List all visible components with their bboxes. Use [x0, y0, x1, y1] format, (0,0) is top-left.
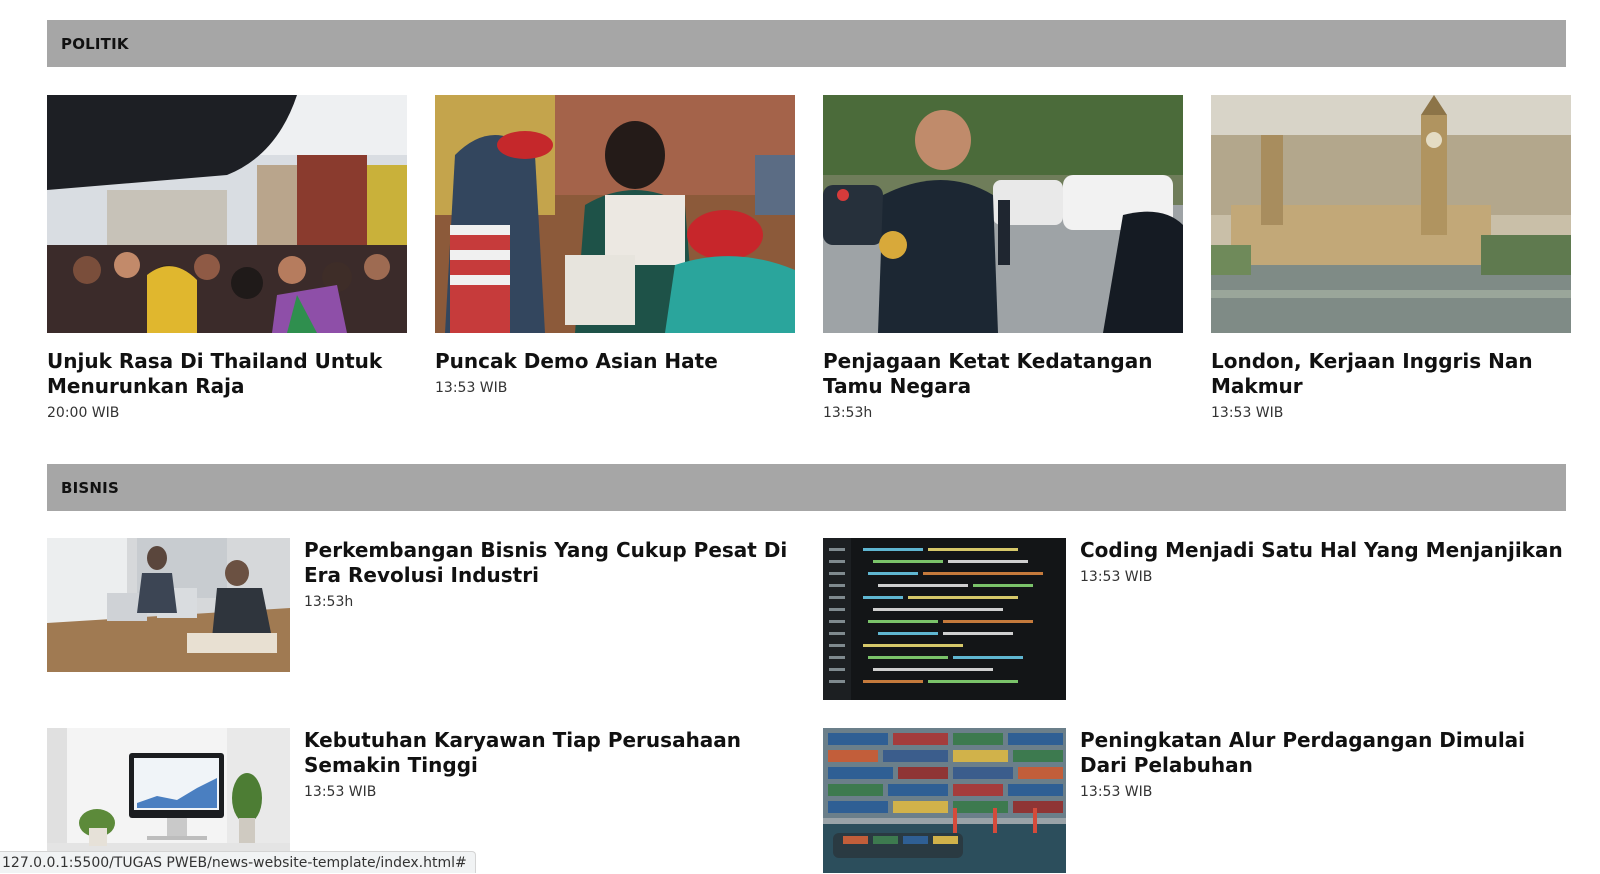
article-headline[interactable]: Coding Menjadi Satu Hal Yang Menjanjikan	[1080, 538, 1570, 563]
section-header-politik: POLITIK	[47, 20, 1566, 67]
list-item[interactable]: Peningkatan Alur Perdagangan Dimulai Dar…	[823, 728, 1570, 873]
article-headline[interactable]: Peningkatan Alur Perdagangan Dimulai Dar…	[1080, 728, 1570, 778]
article-headline[interactable]: Kebutuhan Karyawan Tiap Perusahaan Semak…	[304, 728, 794, 778]
list-item[interactable]: Coding Menjadi Satu Hal Yang Menjanjikan…	[823, 538, 1570, 700]
article-time: 13:53 WIB	[1080, 569, 1153, 585]
article-headline[interactable]: Puncak Demo Asian Hate	[435, 349, 795, 374]
article-headline[interactable]: London, Kerjaan Inggris Nan Makmur	[1211, 349, 1571, 399]
article-thumbnail-port[interactable]	[823, 728, 1066, 873]
article-thumbnail-london[interactable]	[1211, 95, 1571, 333]
article-time: 13:53 WIB	[435, 380, 508, 396]
article-thumbnail-demo[interactable]	[435, 95, 795, 333]
news-card[interactable]: Puncak Demo Asian Hate 13:53 WIB	[435, 95, 795, 396]
list-item[interactable]: Perkembangan Bisnis Yang Cukup Pesat Di …	[47, 538, 794, 672]
article-thumbnail-police[interactable]	[823, 95, 1183, 333]
article-time: 13:53h	[823, 405, 873, 421]
article-time: 13:53 WIB	[1211, 405, 1284, 421]
news-card[interactable]: Penjagaan Ketat Kedatangan Tamu Negara 1…	[823, 95, 1183, 421]
article-thumbnail-business-meeting[interactable]	[47, 538, 290, 672]
article-headline[interactable]: Penjagaan Ketat Kedatangan Tamu Negara	[823, 349, 1183, 399]
status-bar-url: 127.0.0.1:5500/TUGAS PWEB/news-website-t…	[0, 851, 476, 873]
article-time: 20:00 WIB	[47, 405, 120, 421]
article-headline[interactable]: Unjuk Rasa Di Thailand Untuk Menurunkan …	[47, 349, 407, 399]
article-time: 13:53h	[304, 594, 354, 610]
article-thumbnail-thailand-protest[interactable]	[47, 95, 407, 333]
article-headline[interactable]: Perkembangan Bisnis Yang Cukup Pesat Di …	[304, 538, 794, 588]
article-time: 13:53 WIB	[1080, 784, 1153, 800]
section-header-bisnis: BISNIS	[47, 464, 1566, 511]
news-card[interactable]: Unjuk Rasa Di Thailand Untuk Menurunkan …	[47, 95, 407, 421]
article-time: 13:53 WIB	[304, 784, 377, 800]
news-card[interactable]: London, Kerjaan Inggris Nan Makmur 13:53…	[1211, 95, 1571, 421]
article-thumbnail-code[interactable]	[823, 538, 1066, 700]
